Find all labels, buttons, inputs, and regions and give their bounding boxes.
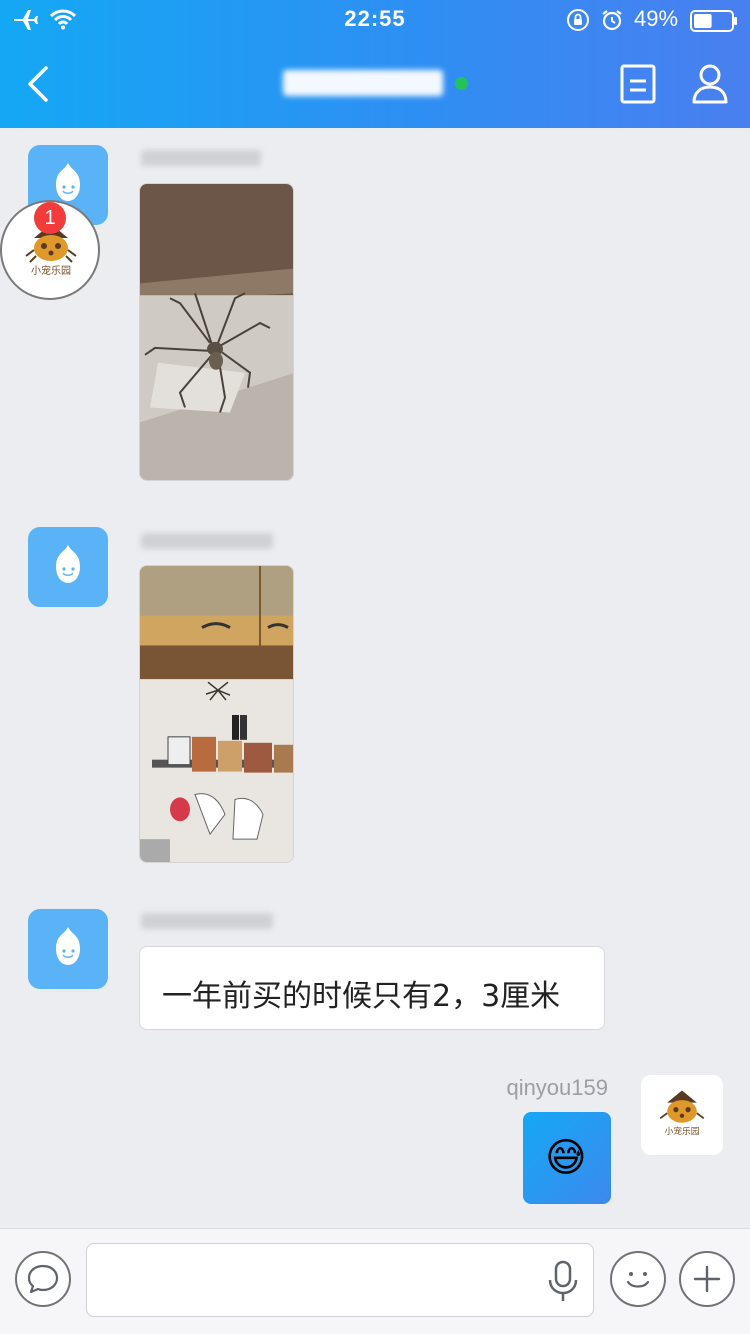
message-input[interactable]: [86, 1243, 594, 1317]
plus-icon: [693, 1265, 721, 1293]
photo-message[interactable]: [139, 183, 294, 481]
nav-bar: [0, 40, 750, 128]
sender-avatar[interactable]: [28, 527, 108, 607]
text-message-bubble[interactable]: 一年前买的时候只有2，3厘米: [139, 946, 605, 1030]
back-button[interactable]: [20, 60, 60, 108]
spider-photo: [140, 184, 293, 480]
battery-percent: 49%: [634, 6, 679, 31]
alarm-icon: [602, 10, 622, 31]
avatar-logo-text: 小宠乐园: [665, 1125, 700, 1137]
ladybug-logo-icon: 小宠乐园: [659, 1090, 705, 1137]
emoji-button[interactable]: [610, 1251, 666, 1307]
photo-message[interactable]: [139, 565, 294, 863]
person-icon[interactable]: [690, 62, 730, 106]
my-avatar[interactable]: 小宠乐园: [641, 1075, 723, 1155]
qq-penguin-icon: [56, 927, 80, 965]
my-sender-name: qinyou159: [506, 1075, 608, 1100]
logo-text: 小宠乐园: [31, 264, 71, 277]
spider-kitchen-photo: [140, 566, 293, 862]
microphone-icon[interactable]: [545, 1259, 581, 1303]
sweat-smile-emoji: 😅: [545, 1135, 587, 1181]
emoji-message-bubble[interactable]: 😅: [523, 1112, 611, 1204]
input-bar: [0, 1228, 750, 1334]
top-bar: 22:55 49%: [0, 0, 750, 128]
smiley-icon: [626, 1272, 650, 1288]
battery-icon: [690, 10, 737, 32]
sender-name-redacted: [141, 913, 273, 929]
document-icon[interactable]: [618, 62, 658, 106]
message-text: 一年前买的时候只有2，3厘米: [162, 979, 561, 1014]
qq-penguin-icon: [56, 545, 80, 583]
redaction-blur: [283, 70, 443, 96]
plus-button[interactable]: [679, 1251, 735, 1307]
sender-avatar[interactable]: [28, 909, 108, 989]
contact-name-redacted[interactable]: [283, 62, 445, 102]
chat-bubble-button[interactable]: [15, 1251, 71, 1307]
rotation-lock-icon: [567, 9, 589, 31]
status-bar: 22:55 49%: [0, 0, 750, 40]
online-status-dot: [455, 77, 468, 90]
sender-name-redacted: [141, 150, 261, 166]
sender-name-redacted: [141, 533, 273, 549]
unread-badge: 1: [34, 202, 66, 234]
chat-bubble-icon: [27, 1264, 59, 1294]
